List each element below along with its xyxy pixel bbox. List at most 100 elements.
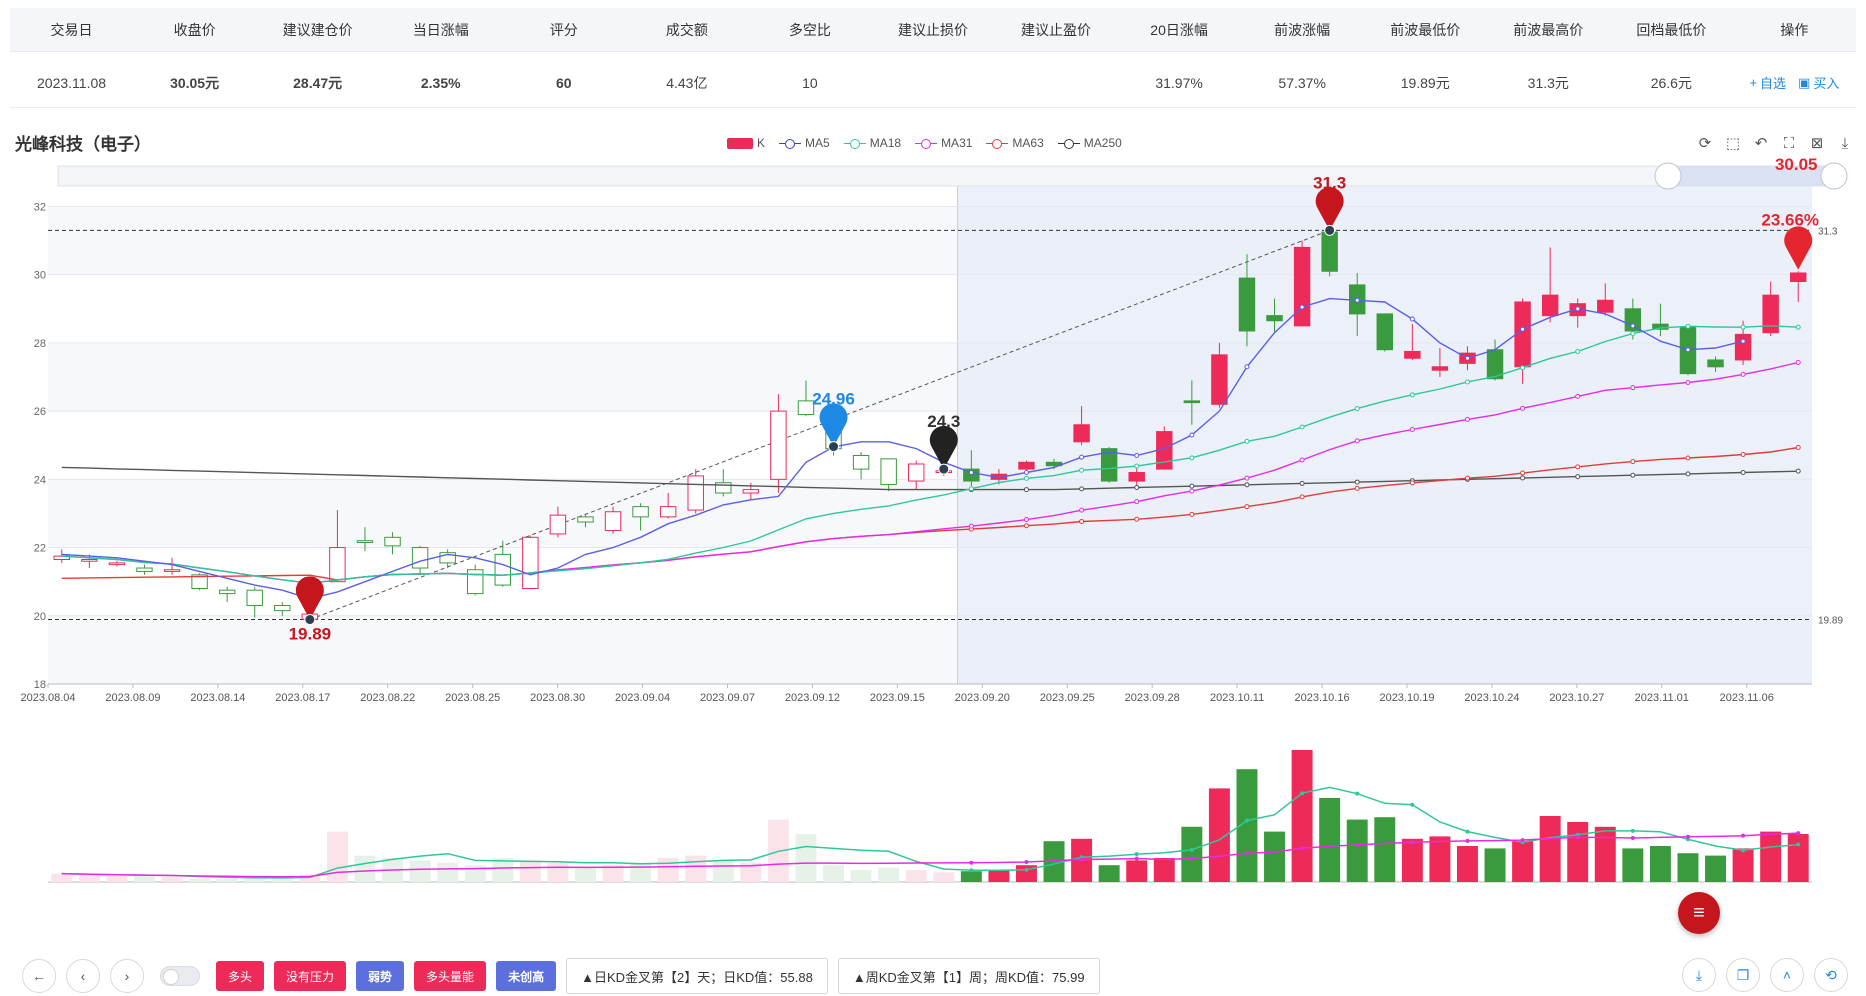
download-button[interactable]: ⤓	[1682, 958, 1716, 992]
candle-body[interactable]	[1211, 354, 1228, 405]
candle-body[interactable]	[108, 562, 126, 566]
tag-bullish[interactable]: 多头	[216, 961, 265, 991]
volume-bar[interactable]	[1594, 826, 1616, 882]
volume-bar[interactable]	[1677, 853, 1699, 882]
candle-body[interactable]	[1790, 272, 1807, 283]
volume-bar[interactable]	[1401, 838, 1423, 882]
volume-bar[interactable]	[1291, 750, 1313, 882]
candle-body[interactable]	[852, 454, 870, 470]
copy-button[interactable]: ❐	[1726, 958, 1760, 992]
zoom-slider-track[interactable]	[57, 165, 1835, 187]
candle-body[interactable]	[1321, 231, 1338, 272]
volume-bar[interactable]	[189, 878, 211, 882]
volume-bar[interactable]	[905, 870, 927, 882]
candle-body[interactable]	[1734, 333, 1752, 361]
zoom-handle-left[interactable]	[1654, 162, 1682, 190]
candle-body[interactable]	[1762, 294, 1779, 334]
candle-body[interactable]	[770, 410, 787, 480]
volume-bar[interactable]	[244, 878, 266, 882]
candle-body[interactable]	[742, 489, 760, 494]
volume-bar[interactable]	[630, 862, 652, 882]
candle-body[interactable]	[384, 536, 401, 547]
candle-body[interactable]	[494, 553, 511, 586]
volume-bar[interactable]	[1098, 865, 1120, 882]
candle-body[interactable]	[1404, 350, 1421, 359]
zoom-handle-right[interactable]	[1820, 162, 1848, 190]
tag-weak[interactable]: 弱势	[356, 961, 405, 991]
volume-bar[interactable]	[78, 874, 100, 882]
prev-button[interactable]: ‹	[66, 959, 100, 993]
tag-bull-volume[interactable]: 多头量能	[414, 961, 487, 991]
candle-body[interactable]	[218, 589, 236, 595]
volume-bar[interactable]	[1705, 855, 1727, 882]
candle-body[interactable]	[1128, 472, 1145, 482]
volume-bar[interactable]	[574, 867, 596, 882]
volume-bar[interactable]	[1346, 819, 1368, 882]
volume-bar[interactable]	[1153, 858, 1175, 882]
volume-bar[interactable]	[1181, 826, 1203, 882]
candle-body[interactable]	[880, 458, 897, 485]
volume-bar[interactable]	[161, 877, 183, 882]
volume-bar[interactable]	[1126, 860, 1148, 882]
volume-bar[interactable]	[933, 872, 955, 882]
volume-bar[interactable]	[1539, 816, 1561, 882]
candle-body[interactable]	[467, 569, 484, 595]
candle-body[interactable]	[522, 536, 539, 589]
candle-body[interactable]	[356, 540, 374, 543]
volume-bar[interactable]	[1622, 848, 1644, 882]
candle-body[interactable]	[659, 506, 677, 518]
candle-body[interactable]	[1514, 301, 1531, 368]
volume-bar[interactable]	[1760, 831, 1782, 882]
volume-bar[interactable]	[106, 876, 128, 882]
volume-bar[interactable]	[960, 871, 982, 882]
candle-body[interactable]	[1431, 366, 1449, 371]
candle-body[interactable]	[1073, 424, 1090, 443]
tag-no-new-high[interactable]: 未创高	[496, 961, 557, 991]
volume-bar[interactable]	[988, 870, 1010, 882]
volume-bar[interactable]	[216, 878, 238, 882]
candle-body[interactable]	[246, 589, 263, 607]
candle-body[interactable]	[329, 547, 346, 583]
volume-bar[interactable]	[326, 831, 348, 882]
volume-bar[interactable]	[354, 855, 376, 882]
candle-body[interactable]	[687, 475, 704, 511]
candle-body[interactable]	[136, 567, 153, 572]
candle-body[interactable]	[274, 605, 291, 612]
candle-body[interactable]	[411, 547, 429, 569]
volume-bar[interactable]	[795, 834, 817, 882]
volume-bar[interactable]	[1649, 846, 1671, 882]
volume-bar[interactable]	[409, 860, 431, 882]
volume-bar[interactable]	[1787, 834, 1809, 882]
volume-bar[interactable]	[712, 860, 734, 882]
candle-body[interactable]	[604, 511, 622, 532]
tag-no-pressure[interactable]: 没有压力	[274, 961, 347, 991]
volume-bar[interactable]	[1567, 822, 1589, 882]
volume-bar[interactable]	[850, 870, 872, 882]
volume-bar[interactable]	[823, 865, 845, 882]
candle-body[interactable]	[1541, 294, 1559, 317]
scroll-top-button[interactable]: ˄	[1770, 958, 1804, 992]
candle-body[interactable]	[632, 506, 649, 518]
candle-body[interactable]	[1238, 277, 1256, 332]
volume-bar[interactable]	[437, 862, 459, 882]
candle-body[interactable]	[1376, 313, 1393, 351]
volume-bar[interactable]	[547, 862, 569, 882]
volume-bar[interactable]	[1264, 831, 1286, 882]
candle-body[interactable]	[1266, 315, 1283, 322]
volume-bar[interactable]	[1456, 846, 1478, 882]
volume-bar[interactable]	[685, 855, 707, 882]
next-button[interactable]: ›	[110, 959, 144, 993]
volume-bar[interactable]	[1374, 817, 1396, 882]
volume-bar[interactable]	[1429, 836, 1451, 882]
volume-bar[interactable]	[133, 876, 155, 882]
candle-body[interactable]	[1183, 400, 1201, 404]
candle-body[interactable]	[163, 569, 181, 572]
volume-bar[interactable]	[51, 873, 73, 882]
volume-bar[interactable]	[519, 860, 541, 882]
candle-body[interactable]	[1293, 246, 1311, 327]
toggle-switch[interactable]	[160, 966, 200, 986]
volume-bar[interactable]	[1319, 798, 1341, 882]
volume-bar[interactable]	[1484, 848, 1506, 882]
volume-bar[interactable]	[1512, 841, 1534, 882]
volume-bar[interactable]	[878, 867, 900, 882]
